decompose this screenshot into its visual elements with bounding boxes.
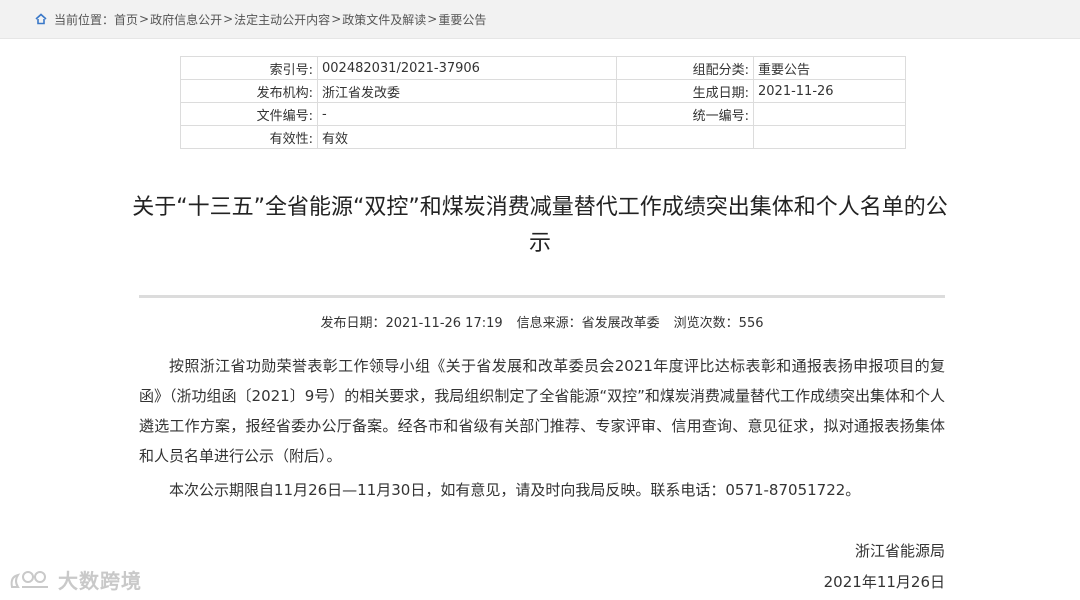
validity-key: 有效性: xyxy=(180,125,318,149)
empty-cell xyxy=(616,125,754,149)
unified-number-key: 统一编号: xyxy=(616,102,754,126)
table-row: 文件编号: - 统一编号: xyxy=(180,102,906,126)
index-value: 002482031/2021-37906 xyxy=(317,56,617,80)
signature-date: 2021年11月26日 xyxy=(823,573,945,591)
table-row: 发布机构: 浙江省发改委 生成日期: 2021-11-26 xyxy=(180,79,906,103)
breadcrumb-separator: > xyxy=(427,12,438,26)
unified-number-value xyxy=(753,102,906,126)
table-row: 索引号: 002482031/2021-37906 组配分类: 重要公告 xyxy=(180,56,906,80)
empty-cell xyxy=(753,125,906,149)
breadcrumb-separator: > xyxy=(331,12,342,26)
created-date-value: 2021-11-26 xyxy=(753,79,906,103)
breadcrumb: 当前位置： 首页 > 政府信息公开 > 法定主动公开内容 > 政策文件及解读 >… xyxy=(0,0,1080,39)
view-count: 浏览次数：556 xyxy=(673,316,764,331)
publisher-value: 浙江省发改委 xyxy=(317,79,617,103)
doc-number-value: - xyxy=(317,102,617,126)
breadcrumb-announcements[interactable]: 重要公告 xyxy=(438,11,486,28)
home-icon xyxy=(35,13,47,25)
breadcrumb-policy[interactable]: 政策文件及解读 xyxy=(342,11,426,28)
category-key: 组配分类: xyxy=(616,56,754,80)
watermark-text: 大数跨境 xyxy=(58,569,142,593)
category-value: 重要公告 xyxy=(753,56,906,80)
info-source: 信息来源：省发展改革委 xyxy=(516,316,660,331)
publisher-key: 发布机构: xyxy=(180,79,318,103)
watermark: 大数跨境 xyxy=(8,565,142,594)
index-key: 索引号: xyxy=(180,56,318,80)
title-divider xyxy=(139,295,945,298)
body-paragraph-1: 按照浙江省功勋荣誉表彰工作领导小组《关于省发展和改革委员会2021年度评比达标表… xyxy=(139,357,945,465)
body-paragraph-2: 本次公示期限自11月26日—11月30日，如有意见，请及时向我局反映。联系电话：… xyxy=(169,481,861,499)
created-date-key: 生成日期: xyxy=(616,79,754,103)
watermark-logo-icon xyxy=(10,570,48,588)
breadcrumb-gov-info[interactable]: 政府信息公开 xyxy=(150,11,222,28)
doc-number-key: 文件编号: xyxy=(180,102,318,126)
table-row: 有效性: 有效 xyxy=(180,125,906,149)
signature-organization: 浙江省能源局 xyxy=(854,542,945,560)
page-title: 关于“十三五”全省能源“双控”和煤炭消费减量替代工作成绩突出集体和个人名单的公示 xyxy=(132,195,948,256)
metadata-table: 索引号: 002482031/2021-37906 组配分类: 重要公告 发布机… xyxy=(180,56,906,149)
breadcrumb-separator: > xyxy=(139,12,150,26)
publish-date: 发布日期：2021-11-26 17:19 xyxy=(320,316,503,331)
breadcrumb-label: 当前位置： xyxy=(54,12,115,27)
validity-value: 有效 xyxy=(317,125,617,149)
article-info: 发布日期：2021-11-26 17:19 信息来源：省发展改革委 浏览次数：556 xyxy=(139,312,945,331)
breadcrumb-home[interactable]: 首页 xyxy=(114,11,138,28)
breadcrumb-separator: > xyxy=(223,12,234,26)
breadcrumb-statutory[interactable]: 法定主动公开内容 xyxy=(234,11,330,28)
